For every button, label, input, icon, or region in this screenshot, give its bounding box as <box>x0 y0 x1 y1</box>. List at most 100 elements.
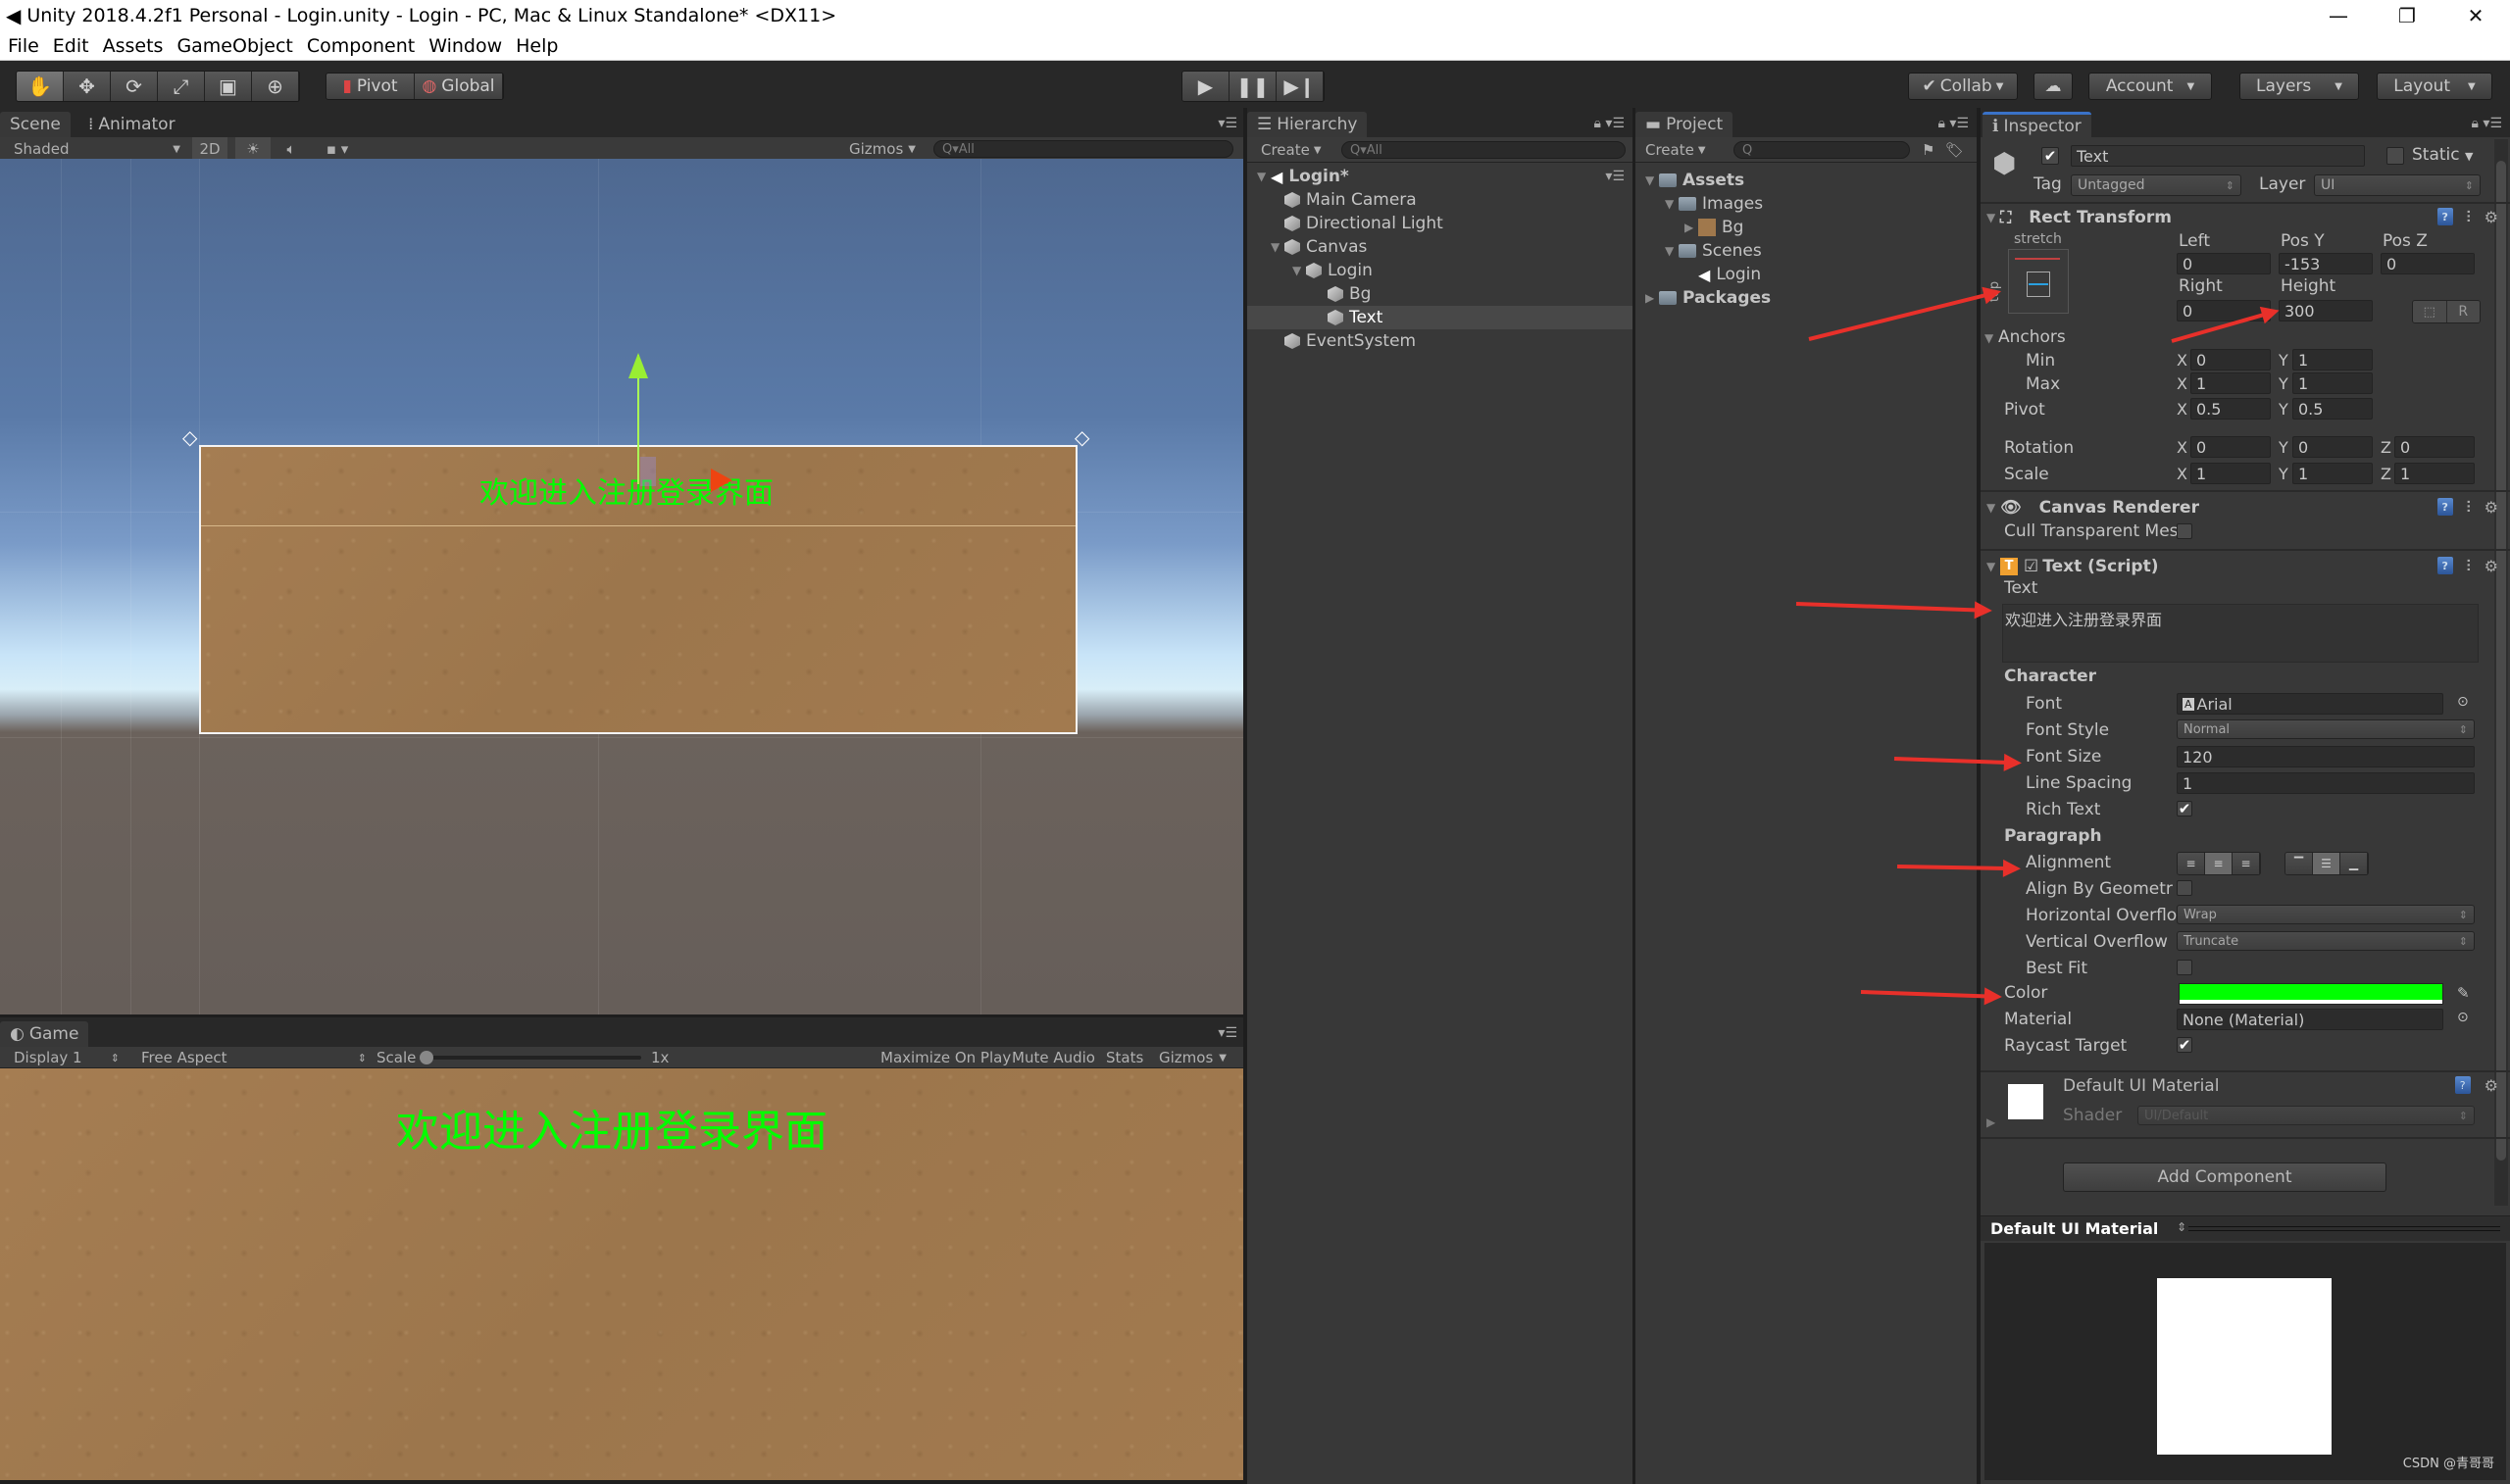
rect-transform-header[interactable]: ▼ ⛶ Rect Transform ? ⫶ ⚙ <box>1981 204 2510 231</box>
cull-transparent-checkbox[interactable] <box>2177 523 2192 539</box>
gear-icon[interactable]: ⚙ <box>2485 498 2498 518</box>
panel-menu-icon[interactable]: ▾☰ <box>1218 116 1237 131</box>
shader-dropdown[interactable]: UI/Default <box>2137 1106 2475 1125</box>
scale-x-field[interactable]: 1 <box>2190 463 2271 484</box>
project-item[interactable]: ▶ Bg <box>1635 216 1977 239</box>
tab-project[interactable]: ▬ Project <box>1635 112 1733 137</box>
text-script-header[interactable]: ▼ T ☑ Text (Script) ? ⫶ ⚙ <box>1981 553 2510 580</box>
align-left-button[interactable]: ≡ <box>2178 853 2205 874</box>
horizontal-overflow-dropdown[interactable]: Wrap <box>2177 905 2475 924</box>
scene-viewport[interactable]: 欢迎进入注册登录界面 ◇ ◇ <box>0 159 1243 1014</box>
layer-dropdown[interactable]: UI <box>2314 174 2481 196</box>
static-dropdown[interactable]: Static ▼ <box>2412 145 2473 165</box>
help-icon[interactable]: ? <box>2436 208 2453 225</box>
hierarchy-item[interactable]: Bg <box>1247 282 1632 306</box>
height-field[interactable]: 300 <box>2279 300 2373 322</box>
scene-menu-icon[interactable]: ▾☰ <box>1605 169 1625 184</box>
scene-root[interactable]: ▼ ◀ Login* ▾☰ <box>1247 165 1632 188</box>
pivot-handle[interactable] <box>640 457 656 486</box>
step-button[interactable]: ▶❙ <box>1277 72 1324 101</box>
line-spacing-field[interactable]: 1 <box>2177 772 2475 794</box>
lock-menu-icon[interactable]: 🔒︎ ▾☰ <box>2472 116 2502 131</box>
tab-animator[interactable]: ⁞ Animator <box>78 112 185 137</box>
y-axis-arrow-icon[interactable] <box>628 353 648 378</box>
material-field[interactable]: None (Material) <box>2177 1009 2443 1030</box>
object-picker-icon[interactable]: ⊙ <box>2457 1010 2469 1025</box>
scale-y-field[interactable]: 1 <box>2292 463 2373 484</box>
layout-button[interactable]: Layout ▼ <box>2377 73 2492 100</box>
minimize-button[interactable]: — <box>2304 0 2373 31</box>
play-button[interactable]: ▶ <box>1182 72 1230 101</box>
restore-button[interactable]: ❐ <box>2373 0 2441 31</box>
anchor-handle-right-icon[interactable]: ◇ <box>1075 425 1089 449</box>
gizmos-dropdown[interactable]: Gizmos ▼ <box>849 137 918 161</box>
project-item[interactable]: ▼ Scenes <box>1635 239 1977 263</box>
align-center-button[interactable]: ≡ <box>2205 853 2233 874</box>
rotation-z-field[interactable]: 0 <box>2394 436 2475 458</box>
menu-help[interactable]: Help <box>516 35 558 57</box>
expand-arrow-icon[interactable]: ▶ <box>1684 221 1698 234</box>
menu-window[interactable]: Window <box>428 35 502 57</box>
align-middle-button[interactable]: ☰ <box>2313 853 2340 874</box>
preset-icon[interactable]: ⫶ <box>2467 498 2471 518</box>
pivot-y-field[interactable]: 0.5 <box>2292 398 2373 420</box>
expand-arrow-icon[interactable]: ▶ <box>1645 291 1659 305</box>
blueprint-mode-button[interactable]: ⬚ <box>2413 301 2447 322</box>
help-icon[interactable]: ? <box>2454 1076 2471 1094</box>
expand-arrow-icon[interactable]: ▼ <box>1665 244 1679 258</box>
rect-tool-icon[interactable]: ▣ <box>205 72 252 101</box>
rotation-y-field[interactable]: 0 <box>2292 436 2373 458</box>
stats-toggle[interactable]: Stats <box>1106 1047 1143 1068</box>
font-style-dropdown[interactable]: Normal <box>2177 719 2475 739</box>
hierarchy-search-input[interactable]: Q▾ All <box>1341 141 1626 159</box>
align-bottom-button[interactable]: ▁ <box>2340 853 2368 874</box>
component-enabled-checkbox[interactable]: ☑ <box>2024 557 2038 576</box>
expand-arrow-icon[interactable]: ▼ <box>1665 197 1679 211</box>
shading-dropdown[interactable]: Shaded ▼ <box>14 137 180 161</box>
pause-button[interactable]: ❚❚ <box>1230 72 1277 101</box>
color-field[interactable] <box>2179 983 2443 1005</box>
tab-hierarchy[interactable]: ☰ Hierarchy <box>1247 112 1368 137</box>
display-dropdown[interactable]: Display 1 ⇕ <box>14 1047 120 1068</box>
pos-z-field[interactable]: 0 <box>2381 253 2475 274</box>
active-checkbox[interactable]: ✔ <box>2041 147 2059 165</box>
left-field[interactable]: 0 <box>2177 253 2271 274</box>
expand-arrow-icon[interactable]: ▼ <box>1271 240 1284 254</box>
preset-icon[interactable]: ⫶ <box>2467 208 2471 227</box>
scene-search-input[interactable]: Q▾ All <box>933 140 1233 158</box>
eyedropper-icon[interactable]: ✎ <box>2457 984 2470 1002</box>
lock-menu-icon[interactable]: 🔒︎ ▾☰ <box>1938 116 1969 131</box>
object-name-field[interactable]: Text <box>2071 145 2365 167</box>
help-icon[interactable]: ? <box>2436 498 2453 516</box>
align-by-geometry-checkbox[interactable] <box>2177 880 2192 896</box>
pos-y-field[interactable]: -153 <box>2279 253 2373 274</box>
x-axis-arrow-icon[interactable] <box>711 469 732 492</box>
anchor-handle-left-icon[interactable]: ◇ <box>182 425 197 449</box>
anchor-min-y-field[interactable]: 1 <box>2292 349 2373 371</box>
project-item[interactable]: ▼ Assets <box>1635 169 1977 192</box>
tab-scene[interactable]: Scene <box>0 112 71 137</box>
collapse-arrow-icon[interactable]: ▼ <box>1986 211 2000 224</box>
tab-inspector[interactable]: ℹ Inspector <box>1983 112 2091 137</box>
canvas-renderer-header[interactable]: ▼ 👁︎ Canvas Renderer ? ⫶ ⚙ <box>1981 494 2510 521</box>
hierarchy-create-dropdown[interactable]: Create ▼ <box>1261 137 1322 163</box>
collapse-arrow-icon[interactable]: ▼ <box>1986 501 2000 515</box>
project-item[interactable]: ▼ Images <box>1635 192 1977 216</box>
cloud-button[interactable]: ☁ <box>2033 73 2073 100</box>
pivot-button[interactable]: ▮ Pivot <box>326 74 415 99</box>
expand-arrow-icon[interactable]: ▼ <box>1257 170 1271 183</box>
effects-dropdown-icon[interactable]: ▪ ▾ <box>318 137 357 161</box>
global-button[interactable]: ◍ Global <box>415 74 503 99</box>
gear-icon[interactable]: ⚙ <box>2485 557 2498 576</box>
anchor-max-y-field[interactable]: 1 <box>2292 372 2373 394</box>
bg-image-rect[interactable]: 欢迎进入注册登录界面 <box>199 445 1078 734</box>
scale-slider[interactable] <box>420 1051 641 1064</box>
align-top-button[interactable]: ▔ <box>2285 853 2313 874</box>
font-size-field[interactable]: 120 <box>2177 746 2475 767</box>
scale-slider-thumb[interactable] <box>420 1051 433 1064</box>
rotate-tool-icon[interactable]: ⟳ <box>111 72 158 101</box>
help-icon[interactable]: ? <box>2436 557 2453 574</box>
menu-edit[interactable]: Edit <box>53 35 89 57</box>
lighting-toggle-icon[interactable]: ☀ <box>235 137 271 161</box>
expand-arrow-icon[interactable]: ▼ <box>1292 264 1306 277</box>
